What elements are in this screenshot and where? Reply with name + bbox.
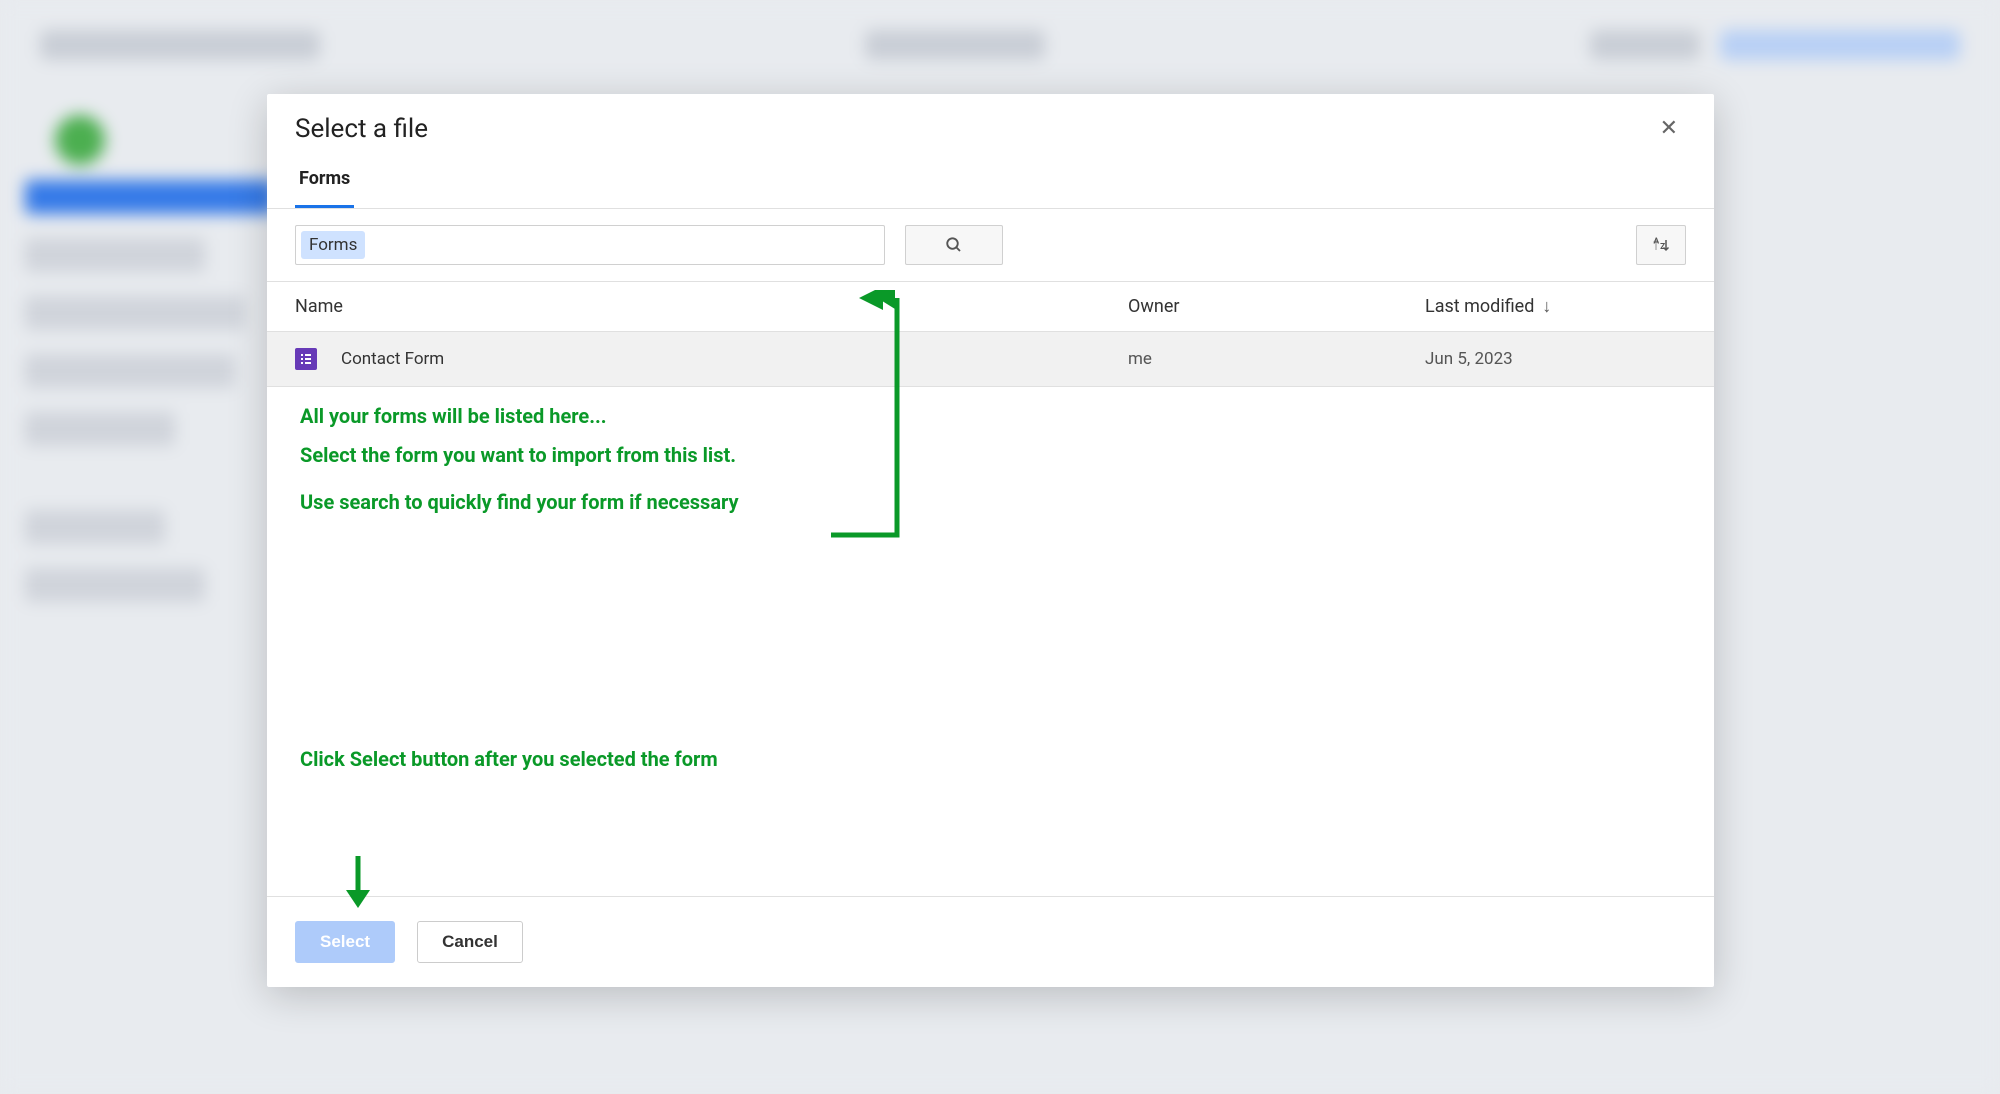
svg-text:Z: Z [1660,242,1665,252]
close-icon: ✕ [1660,116,1678,141]
file-name: Contact Form [341,349,444,369]
close-button[interactable]: ✕ [1652,114,1686,144]
search-button[interactable] [905,225,1003,265]
tabs: Forms [267,144,1714,209]
table-header: Name Owner Last modified ↓ [267,282,1714,332]
annotation-line3: Use search to quickly find your form if … [300,490,739,514]
column-owner[interactable]: Owner [1128,296,1425,317]
search-tag[interactable]: Forms [301,231,365,259]
annotation-line2: Select the form you want to import from … [300,443,736,467]
sort-desc-icon: ↓ [1542,296,1551,317]
tab-forms[interactable]: Forms [295,168,354,208]
toolbar: Forms A Z [267,209,1714,282]
sort-az-button[interactable]: A Z [1636,225,1686,265]
column-modified[interactable]: Last modified ↓ [1425,296,1686,317]
modal-footer: Select Cancel [267,896,1714,987]
modal-title: Select a file [295,114,428,144]
cancel-button[interactable]: Cancel [417,921,523,963]
search-icon [945,236,963,254]
file-modified: Jun 5, 2023 [1425,349,1686,369]
column-modified-label: Last modified [1425,296,1534,317]
annotation-line1: All your forms will be listed here... [300,404,607,428]
file-list: Contact Form me Jun 5, 2023 All your for… [267,332,1714,896]
column-name[interactable]: Name [295,296,1128,317]
form-icon [295,348,317,370]
sort-az-icon: A Z [1651,235,1671,255]
file-owner: me [1128,349,1425,369]
annotation-line4: Click Select button after you selected t… [300,747,718,771]
search-input[interactable] [295,225,885,265]
table-row[interactable]: Contact Form me Jun 5, 2023 [267,332,1714,387]
file-picker-modal: Select a file ✕ Forms Forms A Z [267,94,1714,987]
select-button[interactable]: Select [295,921,395,963]
